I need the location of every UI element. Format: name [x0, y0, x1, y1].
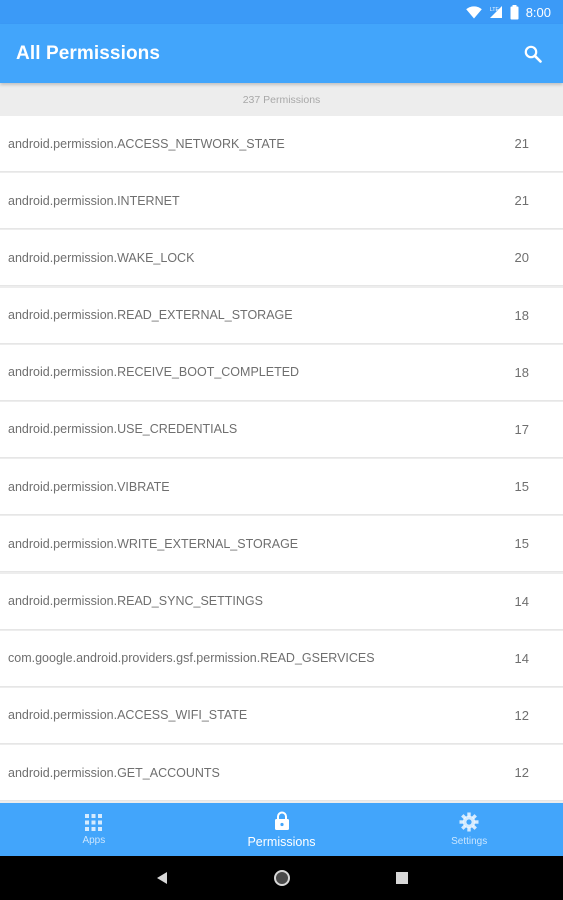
- bottom-navigation: Apps Permissions Settings: [0, 803, 563, 856]
- app-count: 12: [514, 707, 529, 723]
- permission-name: android.permission.WRITE_EXTERNAL_STORAG…: [8, 536, 299, 551]
- recents-square-icon: [395, 872, 408, 884]
- home-circle-icon: [273, 870, 290, 886]
- list-item[interactable]: android.permission.INTERNET 21: [0, 173, 563, 230]
- wifi-icon: [465, 5, 482, 19]
- list-item[interactable]: android.permission.USE_CREDENTIALS 17: [0, 401, 563, 458]
- permission-name: android.permission.ACCESS_NETWORK_STATE: [8, 136, 285, 151]
- permission-name: android.permission.ACCESS_WIFI_STATE: [8, 708, 248, 723]
- list-item[interactable]: android.permission.READ_SYNC_SETTINGS 14: [0, 573, 563, 630]
- app-count: 15: [514, 479, 529, 495]
- status-time: 8:00: [525, 4, 551, 20]
- list-item[interactable]: android.permission.GET_ACCOUNTS 12: [0, 745, 563, 802]
- permissions-count: 237 Permissions: [242, 94, 321, 106]
- permission-name: android.permission.READ_SYNC_SETTINGS: [8, 594, 263, 608]
- search-button[interactable]: [517, 38, 549, 70]
- page-title: All Permissions: [16, 42, 161, 64]
- app-count: 18: [514, 307, 529, 323]
- permission-name: android.permission.INTERNET: [8, 193, 180, 208]
- permission-name: android.permission.USE_CREDENTIALS: [8, 422, 238, 437]
- list-item[interactable]: android.permission.ACCESS_WIFI_STATE 12: [0, 687, 563, 744]
- app-count: 12: [514, 765, 529, 781]
- app-count: 21: [514, 136, 529, 151]
- list-item[interactable]: android.permission.RECEIVE_BOOT_COMPLETE…: [0, 344, 563, 401]
- app-count: 21: [514, 193, 529, 209]
- system-navigation-bar: [0, 856, 563, 900]
- permissions-count-header: 237 Permissions: [0, 85, 563, 115]
- home-button[interactable]: [222, 856, 342, 900]
- search-icon: [524, 45, 542, 63]
- nav-item-apps[interactable]: Apps: [0, 803, 188, 856]
- back-button[interactable]: [102, 856, 222, 900]
- nav-item-permissions[interactable]: Permissions: [188, 803, 376, 856]
- nav-label-apps: Apps: [82, 834, 106, 846]
- nav-label-settings: Settings: [451, 836, 488, 847]
- nav-label-permissions: Permissions: [247, 834, 316, 849]
- app-count: 18: [514, 364, 529, 380]
- permission-name: android.permission.GET_ACCOUNTS: [8, 765, 220, 780]
- battery-icon: [510, 4, 519, 20]
- permission-name: android.permission.VIBRATE: [8, 479, 170, 494]
- list-item[interactable]: android.permission.READ_EXTERNAL_STORAGE…: [0, 287, 563, 344]
- nav-item-settings[interactable]: Settings: [375, 803, 563, 856]
- permission-name: android.permission.READ_EXTERNAL_STORAGE: [8, 308, 293, 323]
- app-count: 20: [514, 250, 529, 266]
- back-triangle-icon: [156, 872, 167, 884]
- list-item[interactable]: android.permission.ACCESS_NETWORK_STATE …: [0, 116, 563, 172]
- app-count: 14: [514, 650, 529, 666]
- list-item[interactable]: android.permission.WAKE_LOCK 20: [0, 230, 563, 287]
- permission-name: android.permission.WAKE_LOCK: [8, 250, 195, 265]
- app-bar: All Permissions: [0, 24, 563, 83]
- lock-icon: [274, 811, 289, 830]
- permission-name: android.permission.RECEIVE_BOOT_COMPLETE…: [8, 365, 300, 380]
- permissions-list: android.permission.ACCESS_NETWORK_STATE …: [0, 116, 563, 802]
- grid-icon: [85, 813, 103, 831]
- list-item[interactable]: com.google.android.providers.gsf.permiss…: [0, 630, 563, 687]
- list-item[interactable]: android.permission.VIBRATE 15: [0, 459, 563, 516]
- cell-signal-icon: LTE: [489, 5, 503, 19]
- recents-button[interactable]: [342, 856, 462, 900]
- permission-name: com.google.android.providers.gsf.permiss…: [8, 651, 375, 666]
- status-bar: LTE 8:00: [0, 0, 563, 24]
- list-item[interactable]: android.permission.WRITE_EXTERNAL_STORAG…: [0, 516, 563, 573]
- gear-icon: [459, 812, 479, 832]
- app-count: 15: [514, 536, 529, 552]
- svg-text:LTE: LTE: [490, 7, 499, 13]
- app-count: 14: [514, 593, 529, 609]
- app-count: 17: [514, 421, 529, 437]
